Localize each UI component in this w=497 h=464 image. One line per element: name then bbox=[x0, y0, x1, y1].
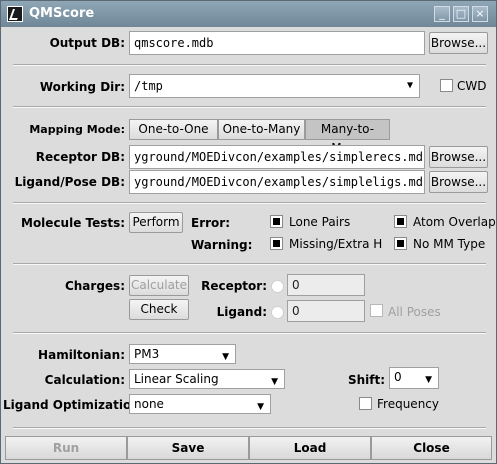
cwd-checkbox[interactable] bbox=[440, 79, 453, 92]
window-title: QMScore bbox=[29, 6, 95, 21]
close-button[interactable]: Close bbox=[371, 436, 492, 460]
dropdown-arrow-icon: ▼ bbox=[222, 352, 229, 362]
separator bbox=[13, 106, 486, 108]
ligand-optimization-select[interactable]: none ▼ bbox=[129, 394, 271, 414]
output-db-label: Output DB: bbox=[49, 36, 125, 50]
shift-select[interactable]: 0 ▼ bbox=[389, 367, 439, 389]
receptor-db-field[interactable]: yground/MOEDivcon/examples/simplerecs.md… bbox=[129, 145, 425, 169]
load-button[interactable]: Load bbox=[249, 436, 371, 460]
ligand-optimization-label: Ligand Optimization: bbox=[3, 398, 145, 412]
working-dir-combo[interactable]: /tmp ▼ bbox=[129, 74, 420, 98]
calculation-select[interactable]: Linear Scaling ▼ bbox=[129, 369, 285, 389]
lone-pairs-checkbox[interactable] bbox=[270, 215, 283, 228]
maximize-icon[interactable]: □ bbox=[453, 6, 469, 22]
output-db-browse-button[interactable]: Browse... bbox=[429, 32, 488, 54]
ligand-optimization-value: none bbox=[134, 397, 164, 411]
working-dir-label: Working Dir: bbox=[39, 80, 125, 94]
perform-button[interactable]: Perform bbox=[129, 212, 183, 233]
separator bbox=[13, 332, 486, 334]
shift-value: 0 bbox=[394, 370, 402, 384]
dropdown-arrow-icon: ▼ bbox=[271, 377, 278, 387]
atom-overlap-checkbox[interactable] bbox=[394, 215, 407, 228]
all-poses-checkbox[interactable] bbox=[370, 304, 383, 317]
separator bbox=[13, 64, 486, 66]
minimize-icon[interactable]: _ bbox=[434, 6, 450, 22]
qmscore-window: QMScore _ □ × Output DB: qmscore.mdb Bro… bbox=[0, 0, 497, 464]
no-mm-type-label: No MM Type bbox=[413, 237, 486, 251]
ligand-db-field[interactable]: yground/MOEDivcon/examples/simpleligs.md… bbox=[129, 170, 425, 194]
lone-pairs-label: Lone Pairs bbox=[289, 215, 351, 229]
ligand-db-browse-button[interactable]: Browse... bbox=[429, 171, 488, 193]
frequency-label: Frequency bbox=[377, 397, 439, 411]
missing-extra-h-label: Missing/Extra H bbox=[289, 237, 383, 251]
mapping-mode-label: Mapping Mode: bbox=[29, 123, 125, 136]
missing-extra-h-checkbox[interactable] bbox=[270, 237, 283, 250]
receptor-charge-radio[interactable] bbox=[271, 280, 284, 293]
ligand-charge-field[interactable]: 0 bbox=[287, 300, 365, 322]
separator bbox=[13, 263, 486, 265]
close-icon[interactable]: × bbox=[472, 6, 488, 22]
dropdown-arrow-icon: ▼ bbox=[257, 402, 264, 412]
separator bbox=[13, 202, 486, 204]
ligand-charge-radio[interactable] bbox=[271, 306, 284, 319]
title-bar[interactable]: QMScore _ □ × bbox=[1, 1, 496, 27]
error-label: Error: bbox=[191, 216, 230, 230]
mapping-many-to-many[interactable]: Many-to-Many bbox=[305, 119, 390, 155]
separator bbox=[13, 427, 486, 429]
output-db-field[interactable]: qmscore.mdb bbox=[129, 31, 425, 55]
calculate-button[interactable]: Calculate bbox=[129, 275, 189, 296]
run-button[interactable]: Run bbox=[5, 436, 127, 460]
no-mm-type-checkbox[interactable] bbox=[394, 237, 407, 250]
save-button[interactable]: Save bbox=[127, 436, 249, 460]
receptor-db-browse-button[interactable]: Browse... bbox=[429, 146, 488, 168]
charges-label: Charges: bbox=[64, 279, 125, 293]
working-dir-value: /tmp bbox=[134, 79, 163, 93]
app-icon bbox=[7, 6, 23, 22]
receptor-db-label: Receptor DB: bbox=[35, 150, 125, 164]
shift-label: Shift: bbox=[347, 373, 385, 387]
ligand-charge-label: Ligand: bbox=[216, 305, 267, 319]
mapping-one-to-many[interactable]: One-to-Many bbox=[218, 119, 305, 140]
hamiltonian-select[interactable]: PM3 ▼ bbox=[129, 344, 236, 364]
calculation-value: Linear Scaling bbox=[134, 372, 219, 386]
dropdown-arrow-icon[interactable]: ▼ bbox=[407, 75, 413, 97]
receptor-charge-field[interactable]: 0 bbox=[287, 274, 365, 296]
frequency-checkbox[interactable] bbox=[359, 397, 372, 410]
dropdown-arrow-icon: ▼ bbox=[425, 375, 432, 385]
all-poses-label: All Poses bbox=[388, 305, 441, 319]
atom-overlap-label: Atom Overlap bbox=[413, 215, 496, 229]
cwd-label: CWD bbox=[457, 79, 487, 93]
hamiltonian-value: PM3 bbox=[134, 347, 160, 361]
hamiltonian-label: Hamiltonian: bbox=[38, 348, 125, 362]
calculation-label: Calculation: bbox=[44, 373, 125, 387]
action-bar: Run Save Load Close bbox=[5, 436, 492, 460]
warning-label: Warning: bbox=[191, 238, 253, 252]
check-button[interactable]: Check bbox=[129, 299, 189, 320]
ligand-db-label: Ligand/Pose DB: bbox=[14, 175, 125, 189]
molecule-tests-label: Molecule Tests: bbox=[21, 216, 126, 230]
mapping-one-to-one[interactable]: One-to-One bbox=[129, 119, 218, 140]
receptor-charge-label: Receptor: bbox=[201, 279, 267, 293]
